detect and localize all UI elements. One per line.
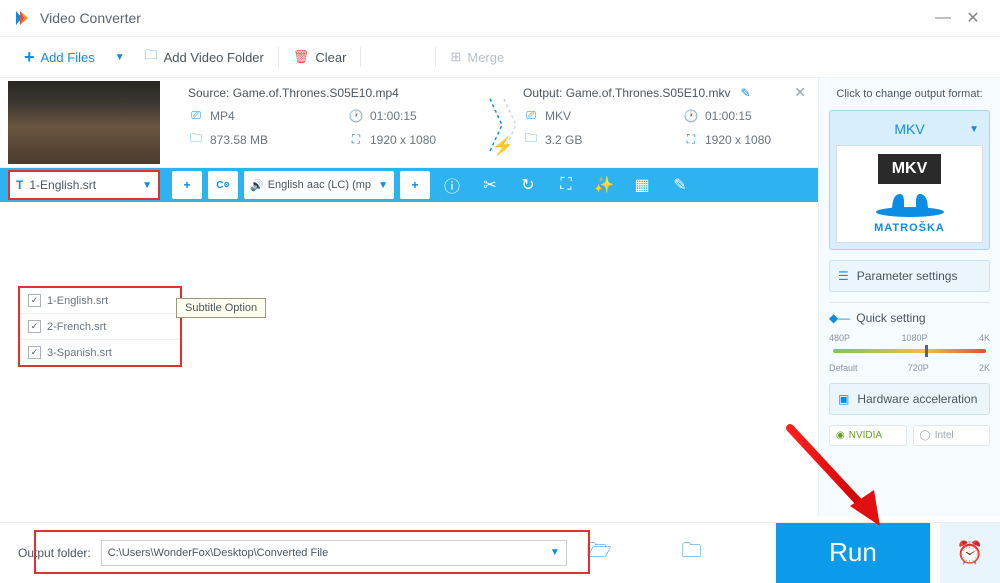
format-icon: ⎚ — [523, 108, 539, 123]
crop-icon[interactable]: ⛶ — [550, 176, 582, 194]
subtitle-dropdown[interactable]: ✓1-English.srt ✓2-French.srt ✓3-Spanish.… — [18, 286, 182, 367]
folder-icon: 🗀 — [145, 46, 158, 68]
nvidia-chip[interactable]: ◉NVIDIA — [829, 425, 907, 446]
folder-icon: 🗀 — [188, 129, 204, 150]
output-folder-field[interactable]: ▼ — [101, 540, 567, 566]
resolution-icon: ⛶ — [683, 132, 699, 147]
info-icon[interactable]: ⓘ — [436, 173, 468, 197]
subtitle-select[interactable]: T 1-English.srt ▼ — [8, 170, 160, 200]
add-folder-button[interactable]: 🗀 Add Video Folder — [145, 46, 264, 68]
checkbox-icon: ✓ — [28, 294, 41, 307]
add-files-button[interactable]: + Add Files — [24, 47, 95, 68]
merge-button[interactable]: ⊞ Merge — [450, 49, 504, 65]
checkbox-icon: ✓ — [28, 320, 41, 333]
slider-handle[interactable] — [925, 345, 928, 357]
subtitle-option[interactable]: ✓3-Spanish.srt — [20, 339, 180, 365]
intel-icon: ◯ — [920, 430, 931, 441]
subtitle-option[interactable]: ✓2-French.srt — [20, 313, 180, 339]
clock-icon: 🕐 — [348, 109, 364, 123]
subtitle-settings-button[interactable]: C⚙ — [208, 171, 238, 199]
sliders-icon: ☰ — [838, 269, 849, 283]
quick-setting-label: Quick setting — [856, 311, 925, 325]
close-button[interactable]: ✕ — [958, 8, 988, 28]
alarm-button[interactable]: ⏰ — [940, 523, 1000, 583]
convert-arrow: ⚡ — [483, 86, 523, 163]
mkv-logo: MKV MATROŠKA — [836, 145, 983, 243]
output-filename: Game.of.Thrones.S05E10.mkv — [566, 86, 731, 100]
output-folder-input[interactable] — [108, 547, 550, 559]
cut-icon[interactable]: ✂ — [474, 175, 506, 195]
text-icon: T — [16, 178, 23, 192]
minimize-button[interactable]: — — [928, 8, 958, 28]
quality-slider[interactable]: 480P1080P4K — [829, 333, 990, 363]
caret-icon: ▼ — [550, 547, 560, 558]
browse-folder-button[interactable]: 🗁 — [577, 536, 622, 570]
trash-icon: 🗑 — [293, 49, 310, 65]
app-logo — [12, 8, 32, 28]
clock-icon: 🕐 — [683, 109, 699, 123]
watermark-icon[interactable]: ▦ — [626, 175, 658, 195]
run-button[interactable]: Run — [776, 523, 930, 583]
plus-icon: + — [24, 47, 35, 68]
add-subtitle-button[interactable]: + — [172, 171, 202, 199]
subtitle-tooltip: Subtitle Option — [176, 298, 266, 318]
output-folder-label: Output folder: — [18, 546, 91, 560]
clear-button[interactable]: 🗑 Clear — [293, 49, 347, 65]
rotate-icon[interactable]: ↻ — [512, 175, 544, 195]
diamond-icon: ◆— — [829, 311, 850, 325]
source-filename: Game.of.Thrones.S05E10.mp4 — [233, 86, 399, 100]
caret-icon: ▼ — [142, 180, 152, 191]
nvidia-icon: ◉ — [836, 430, 845, 441]
chip-icon: ▣ — [838, 392, 849, 406]
subtitle-option[interactable]: ✓1-English.srt — [20, 288, 180, 313]
parameter-settings-button[interactable]: ☰ Parameter settings — [829, 260, 990, 292]
matroska-icon — [870, 188, 950, 218]
resolution-icon: ⛶ — [348, 132, 364, 147]
add-audio-button[interactable]: + — [400, 171, 430, 199]
remove-file-button[interactable]: ✕ — [794, 84, 806, 101]
video-thumbnail[interactable] — [8, 81, 160, 164]
checkbox-icon: ✓ — [28, 346, 41, 359]
bolt-icon: ⚡ — [492, 136, 514, 157]
caret-icon: ▼ — [969, 124, 979, 135]
app-title: Video Converter — [40, 10, 141, 26]
open-folder-button[interactable]: 🗀 — [672, 536, 712, 570]
output-format-header: Click to change output format: — [829, 88, 990, 100]
folder-icon: 🗀 — [523, 129, 539, 150]
output-format-card[interactable]: MKV▼ MKV MATROŠKA — [829, 110, 990, 250]
edit-output-button[interactable]: ✎ — [740, 86, 750, 100]
intel-chip[interactable]: ◯Intel — [913, 425, 991, 446]
effects-icon[interactable]: ✨ — [588, 175, 620, 195]
hardware-accel-button[interactable]: ▣ Hardware acceleration — [829, 383, 990, 415]
edit-icon[interactable]: ✎ — [664, 175, 696, 195]
caret-icon: ▼ — [378, 180, 388, 191]
add-files-caret[interactable]: ▼ — [109, 52, 131, 63]
format-icon: ⎚ — [188, 108, 204, 123]
merge-icon: ⊞ — [450, 49, 461, 65]
speaker-icon: 🔊 — [250, 179, 264, 192]
audio-select[interactable]: 🔊 English aac (LC) (mp ▼ — [244, 171, 394, 199]
